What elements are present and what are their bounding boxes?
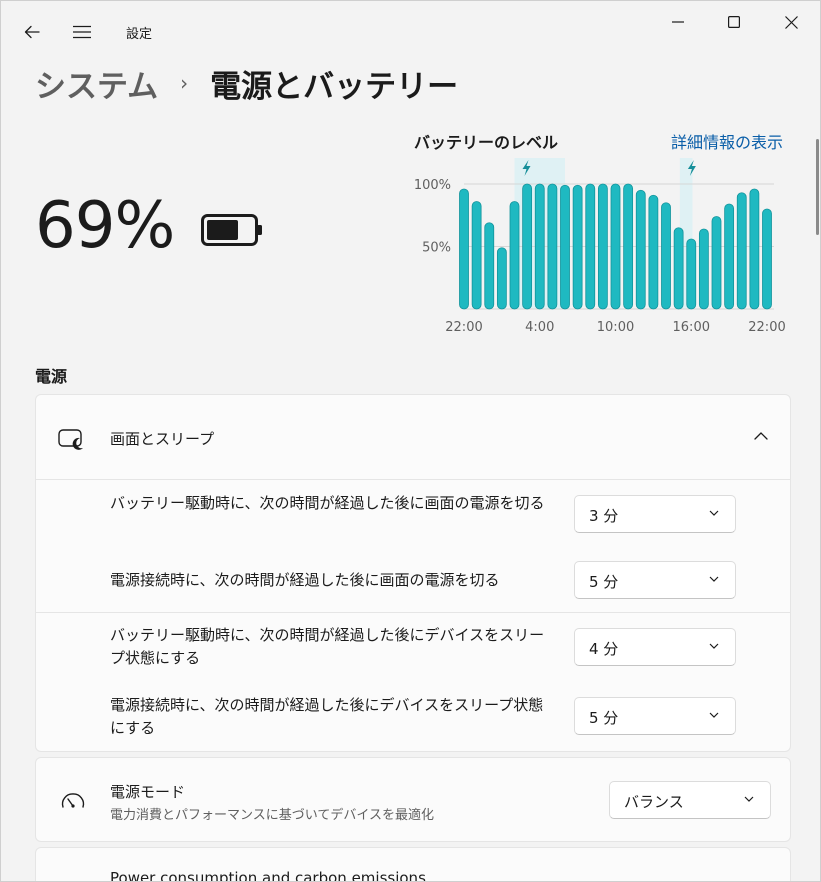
battery-bar — [724, 203, 735, 310]
x-tick-label: 16:00 — [673, 320, 710, 335]
y-tick-label: 50% — [422, 241, 451, 256]
battery-bar — [749, 188, 760, 310]
scrollbar-thumb[interactable] — [816, 139, 819, 235]
settings-window: 設定 システム › 電源とバッテリー 69% バッテリーのレベル 詳細情報の表示… — [0, 0, 821, 882]
battery-bar — [661, 202, 671, 310]
chevron-down-icon — [744, 796, 754, 802]
x-tick-label: 22:00 — [445, 320, 482, 335]
plugged-screen-off-dropdown[interactable]: 5 分 — [574, 561, 736, 599]
screen-sleep-title: 画面とスリープ — [110, 430, 215, 448]
battery-bar — [585, 183, 596, 310]
dropdown-value: 4 分 — [589, 640, 619, 658]
battery-icon — [201, 214, 263, 250]
chevron-down-icon — [709, 712, 719, 718]
battery-sleep-label: バッテリー駆動時に、次の時間が経過した後にデバイスをスリープ状態にする — [110, 626, 545, 667]
battery-bar — [686, 238, 697, 310]
battery-bar — [509, 201, 520, 310]
screen-sleep-icon — [58, 429, 83, 450]
battery-bar — [762, 208, 772, 310]
battery-bar — [673, 227, 684, 310]
battery-bar — [572, 184, 583, 310]
battery-level-chart: 100% 50% 22:00 4:00 10:00 16:00 22:00 — [414, 158, 786, 335]
minimize-icon — [672, 21, 684, 23]
maximize-button[interactable] — [711, 7, 757, 37]
battery-bar — [648, 194, 659, 310]
power-mode-dropdown[interactable]: バランス — [609, 781, 771, 819]
window-title: 設定 — [126, 27, 153, 42]
chevron-down-icon — [709, 643, 719, 649]
battery-bar — [459, 188, 469, 310]
x-tick-label: 4:00 — [525, 320, 554, 335]
power-section-title: 電源 — [35, 367, 68, 386]
screen-sleep-header[interactable]: 画面とスリープ — [36, 395, 790, 480]
battery-bar — [496, 247, 507, 310]
battery-bar — [471, 201, 482, 310]
close-icon — [784, 15, 798, 29]
battery-bar — [711, 216, 722, 310]
battery-bar — [698, 228, 709, 310]
battery-bar — [522, 183, 533, 310]
chevron-up-icon[interactable] — [754, 432, 768, 440]
battery-bar — [547, 183, 558, 310]
close-button[interactable] — [768, 7, 814, 37]
plugged-screen-off-label: 電源接続時に、次の時間が経過した後に画面の電源を切る — [110, 571, 500, 589]
page-title: 電源とバッテリー — [210, 69, 459, 105]
battery-bar — [736, 192, 747, 310]
battery-screen-off-dropdown[interactable]: 3 分 — [574, 495, 736, 533]
battery-screen-off-label: バッテリー駆動時に、次の時間が経過した後に画面の電源を切る — [110, 494, 545, 512]
carbon-emissions-title: Power consumption and carbon emissions — [110, 869, 426, 882]
dropdown-value: 5 分 — [589, 709, 619, 727]
maximize-icon — [728, 16, 740, 28]
minimize-button[interactable] — [655, 7, 701, 37]
battery-bar — [534, 183, 545, 310]
back-button[interactable] — [19, 19, 45, 45]
screen-sleep-card: 画面とスリープ バッテリー駆動時に、次の時間が経過した後に画面の電源を切る 3 … — [35, 394, 791, 752]
battery-bar — [484, 222, 495, 310]
dropdown-value: 5 分 — [589, 573, 619, 591]
battery-percentage: 69% — [35, 189, 175, 263]
dropdown-value: バランス — [624, 793, 684, 811]
battery-bar — [597, 183, 608, 310]
plugged-sleep-label: 電源接続時に、次の時間が経過した後にデバイスをスリープ状態にする — [110, 696, 544, 737]
breadcrumb-separator: › — [180, 70, 189, 95]
battery-bar — [635, 189, 646, 310]
chevron-down-icon — [709, 576, 719, 582]
x-tick-label: 10:00 — [597, 320, 634, 335]
battery-bar — [610, 183, 621, 310]
back-arrow-icon — [24, 25, 40, 39]
title-bar: 設定 — [1, 1, 820, 57]
chevron-down-icon — [709, 510, 719, 516]
carbon-emissions-card[interactable]: Power consumption and carbon emissions — [35, 847, 791, 882]
battery-bar — [623, 183, 634, 310]
y-tick-label: 100% — [414, 178, 451, 193]
battery-bar — [560, 184, 570, 310]
menu-button[interactable] — [69, 19, 95, 45]
power-mode-subtitle: 電力消費とパフォーマンスに基づいてデバイスを最適化 — [110, 808, 434, 823]
breadcrumb-system[interactable]: システム — [35, 61, 158, 106]
x-tick-label: 22:00 — [748, 320, 785, 335]
details-link[interactable]: 詳細情報の表示 — [671, 129, 783, 153]
chart-title: バッテリーのレベル — [414, 133, 559, 152]
power-mode-card: 電源モード 電力消費とパフォーマンスに基づいてデバイスを最適化 バランス — [35, 757, 791, 842]
battery-sleep-dropdown[interactable]: 4 分 — [574, 628, 736, 666]
plugged-sleep-dropdown[interactable]: 5 分 — [574, 697, 736, 735]
breadcrumb: システム › 電源とバッテリー — [35, 61, 458, 106]
power-mode-title: 電源モード — [110, 783, 186, 801]
power-mode-gauge-icon — [61, 793, 85, 808]
row-divider — [36, 612, 790, 613]
hamburger-icon — [73, 25, 91, 39]
dropdown-value: 3 分 — [589, 507, 619, 525]
